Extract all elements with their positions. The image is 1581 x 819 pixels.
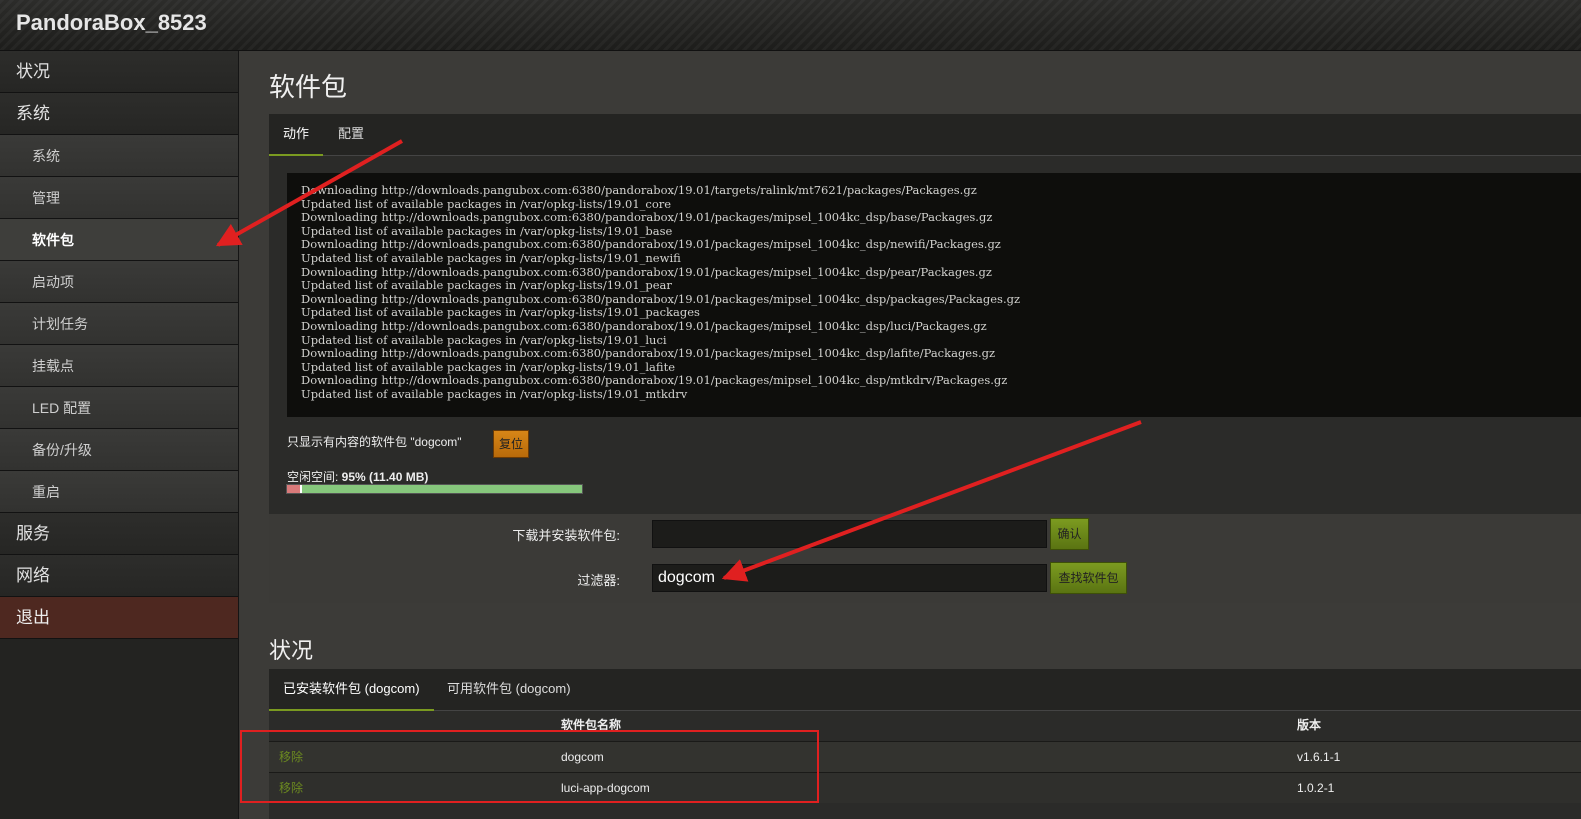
filter-input[interactable] [652, 564, 1047, 592]
download-install-label: 下载并安装软件包: [512, 528, 620, 543]
actions-panel: Downloading http://downloads.pangubox.co… [269, 156, 1581, 603]
free-space-label: 空闲空间: 95% (11.40 MB) [287, 468, 428, 485]
sidebar-item-logout[interactable]: 退出 [0, 597, 238, 639]
status-section-title: 状况 [269, 638, 314, 663]
sidebar: 状况 系统 系统 管理 软件包 启动项 计划任务 挂载点 LED 配置 备份/升… [0, 51, 239, 819]
brand-title: PandoraBox_8523 [16, 10, 207, 35]
sidebar-subitem-crontab[interactable]: 计划任务 [0, 303, 238, 345]
reset-button[interactable]: 复位 [493, 430, 529, 458]
remove-link[interactable]: 移除 [279, 742, 303, 772]
free-space-bar [286, 484, 583, 494]
confirm-button[interactable]: 确认 [1050, 518, 1089, 550]
table-row: 移除 dogcom v1.6.1-1 [269, 741, 1581, 772]
filter-note: 只显示有内容的软件包 "dogcom" [287, 435, 462, 449]
sidebar-subitem-backup[interactable]: 备份/升级 [0, 429, 238, 471]
sidebar-item-status[interactable]: 状况 [0, 51, 238, 93]
package-form: 下载并安装软件包: 确认 过滤器: 查找软件包 [269, 514, 1581, 603]
opkg-output-log: Downloading http://downloads.pangubox.co… [287, 173, 1581, 417]
table-header-row: 软件包名称 版本 [269, 711, 1581, 740]
find-package-button[interactable]: 查找软件包 [1050, 562, 1127, 594]
sidebar-subitem-system[interactable]: 系统 [0, 135, 238, 177]
tab-config[interactable]: 配置 [324, 114, 378, 154]
table-row: 移除 luci-app-dogcom 1.0.2-1 [269, 772, 1581, 803]
tab-available-packages[interactable]: 可用软件包 (dogcom) [433, 669, 585, 709]
tab-actions[interactable]: 动作 [269, 114, 324, 156]
package-tabs: 已安装软件包 (dogcom) 可用软件包 (dogcom) [269, 669, 1581, 711]
sidebar-subitem-admin[interactable]: 管理 [0, 177, 238, 219]
sidebar-subitem-led[interactable]: LED 配置 [0, 387, 238, 429]
package-version: v1.6.1-1 [1297, 750, 1341, 764]
sidebar-subitem-startup[interactable]: 启动项 [0, 261, 238, 303]
filter-label: 过滤器: [577, 573, 620, 588]
header-package-name: 软件包名称 [561, 718, 622, 732]
remove-link[interactable]: 移除 [279, 773, 303, 803]
installed-packages-table: 软件包名称 版本 移除 dogcom v1.6.1-1 移除 luci-app-… [269, 711, 1581, 819]
download-install-input[interactable] [652, 520, 1047, 548]
package-version: 1.0.2-1 [1297, 781, 1335, 795]
sidebar-subitem-reboot[interactable]: 重启 [0, 471, 238, 513]
main-content: 软件包 动作 配置 Downloading http://downloads.p… [239, 51, 1581, 819]
sidebar-subitem-mountpoints[interactable]: 挂载点 [0, 345, 238, 387]
header-version: 版本 [1297, 718, 1322, 732]
page-title: 软件包 [269, 72, 348, 102]
top-bar: PandoraBox_8523 [0, 0, 1581, 51]
sidebar-item-system[interactable]: 系统 [0, 93, 238, 135]
sidebar-item-network[interactable]: 网络 [0, 555, 238, 597]
sidebar-subitem-software[interactable]: 软件包 [0, 219, 238, 261]
sidebar-item-services[interactable]: 服务 [0, 513, 238, 555]
action-tabs: 动作 配置 [269, 114, 1581, 156]
free-space-caption: 空闲空间: [287, 470, 342, 484]
package-name: luci-app-dogcom [561, 781, 650, 795]
tab-installed-packages[interactable]: 已安装软件包 (dogcom) [269, 669, 434, 711]
free-space-value: 95% (11.40 MB) [341, 470, 429, 484]
used-space-fill [287, 485, 302, 493]
package-name: dogcom [561, 750, 604, 764]
